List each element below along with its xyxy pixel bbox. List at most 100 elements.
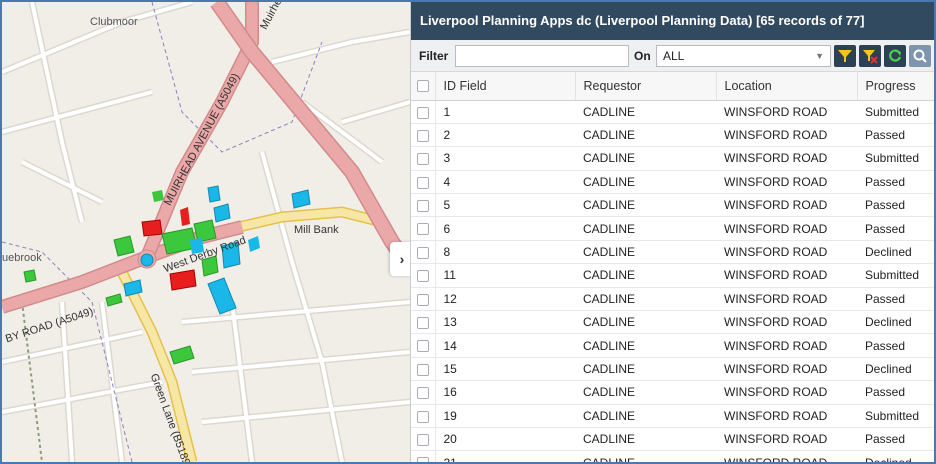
select-all-checkbox[interactable] <box>417 80 429 93</box>
cell-requestor: CADLINE <box>575 193 716 218</box>
table-row[interactable]: 5 CADLINE WINSFORD ROAD Passed <box>411 193 934 218</box>
apply-filter-button[interactable] <box>834 45 856 67</box>
table-row[interactable]: 1 CADLINE WINSFORD ROAD Submitted <box>411 100 934 124</box>
cell-location: WINSFORD ROAD <box>716 450 857 462</box>
row-select-cell[interactable] <box>411 216 436 241</box>
row-select-cell[interactable] <box>411 404 436 428</box>
cell-progress: Passed <box>857 193 934 218</box>
filter-input[interactable] <box>455 45 629 67</box>
cell-requestor: CADLINE <box>575 450 716 462</box>
row-select-cell[interactable] <box>411 450 436 462</box>
row-checkbox[interactable] <box>417 153 429 166</box>
on-select[interactable]: ALL ▼ <box>656 45 831 67</box>
on-label: On <box>634 49 651 63</box>
row-select-cell[interactable] <box>411 333 436 358</box>
row-select-cell[interactable] <box>411 427 436 452</box>
row-select-cell[interactable] <box>411 100 436 124</box>
row-checkbox[interactable] <box>417 200 429 213</box>
table-row[interactable]: 11 CADLINE WINSFORD ROAD Submitted <box>411 263 934 288</box>
filter-label: Filter <box>419 49 449 63</box>
map-label-clubmoor: Clubmoor <box>90 16 138 28</box>
cell-progress: Passed <box>857 287 934 312</box>
cell-id: 20 <box>435 427 575 452</box>
row-select-cell[interactable] <box>411 240 436 265</box>
cell-id: 4 <box>435 170 575 195</box>
table-header-row: ID Field Requestor Location Progress <box>411 72 934 101</box>
table-row[interactable]: 19 CADLINE WINSFORD ROAD Submitted <box>411 404 934 428</box>
row-select-cell[interactable] <box>411 287 436 312</box>
table-row[interactable]: 6 CADLINE WINSFORD ROAD Passed <box>411 216 934 241</box>
table-row[interactable]: 21 CADLINE WINSFORD ROAD Declined <box>411 450 934 462</box>
column-header-id[interactable]: ID Field <box>434 72 575 101</box>
clear-filter-button[interactable] <box>859 45 881 67</box>
row-select-cell[interactable] <box>411 146 436 171</box>
table-row[interactable]: 12 CADLINE WINSFORD ROAD Passed <box>411 287 934 312</box>
records-table: ID Field Requestor Location Progress 1 CA… <box>411 72 934 462</box>
table-row[interactable]: 4 CADLINE WINSFORD ROAD Passed <box>411 170 934 195</box>
row-checkbox[interactable] <box>417 387 429 400</box>
on-select-value: ALL <box>663 49 685 63</box>
cell-requestor: CADLINE <box>575 310 716 335</box>
select-all-cell[interactable] <box>411 72 435 101</box>
refresh-button[interactable] <box>884 45 906 67</box>
chevron-right-icon: › <box>399 251 405 267</box>
row-checkbox[interactable] <box>417 106 429 119</box>
column-header-progress[interactable]: Progress <box>856 72 934 101</box>
panel-title: Liverpool Planning Apps dc (Liverpool Pl… <box>411 2 934 40</box>
cell-progress: Passed <box>857 380 934 405</box>
cell-requestor: CADLINE <box>575 287 716 312</box>
map-view[interactable]: Clubmoor Muirhead MUIRHEAD AVENUE (A5049… <box>2 2 410 462</box>
row-checkbox[interactable] <box>417 457 429 462</box>
row-select-cell[interactable] <box>411 357 436 382</box>
row-checkbox[interactable] <box>417 129 429 142</box>
row-checkbox[interactable] <box>417 433 429 446</box>
cell-progress: Submitted <box>857 100 934 124</box>
cell-progress: Declined <box>857 450 934 462</box>
table-row[interactable]: 13 CADLINE WINSFORD ROAD Declined <box>411 310 934 335</box>
table-row[interactable]: 3 CADLINE WINSFORD ROAD Submitted <box>411 146 934 171</box>
column-header-requestor[interactable]: Requestor <box>574 72 716 101</box>
cell-id: 15 <box>435 357 575 382</box>
row-checkbox[interactable] <box>417 246 429 259</box>
row-checkbox[interactable] <box>417 176 429 189</box>
cell-id: 8 <box>435 240 575 265</box>
cell-location: WINSFORD ROAD <box>716 287 857 312</box>
cell-progress: Passed <box>857 170 934 195</box>
cell-id: 19 <box>435 404 575 428</box>
cell-progress: Passed <box>857 216 934 241</box>
table-row[interactable]: 2 CADLINE WINSFORD ROAD Passed <box>411 123 934 148</box>
filter-bar: Filter On ALL ▼ <box>411 40 934 72</box>
table-body: 1 CADLINE WINSFORD ROAD Submitted 2 CADLINE WI… <box>411 100 934 462</box>
table-row[interactable]: 15 CADLINE WINSFORD ROAD Declined <box>411 357 934 382</box>
table-row[interactable]: 8 CADLINE WINSFORD ROAD Declined <box>411 240 934 265</box>
table-row[interactable]: 16 CADLINE WINSFORD ROAD Passed <box>411 380 934 405</box>
search-button[interactable] <box>909 45 931 67</box>
row-checkbox[interactable] <box>417 340 429 353</box>
row-checkbox[interactable] <box>417 270 429 283</box>
refresh-icon <box>889 49 902 62</box>
cell-id: 1 <box>435 100 575 124</box>
map-canvas[interactable] <box>2 2 410 462</box>
row-checkbox[interactable] <box>417 293 429 306</box>
table-row[interactable]: 14 CADLINE WINSFORD ROAD Passed <box>411 333 934 358</box>
cell-id: 2 <box>435 123 575 148</box>
cell-location: WINSFORD ROAD <box>716 357 857 382</box>
cell-requestor: CADLINE <box>575 380 716 405</box>
row-select-cell[interactable] <box>411 380 436 405</box>
row-checkbox[interactable] <box>417 223 429 236</box>
cell-id: 13 <box>435 310 575 335</box>
row-checkbox[interactable] <box>417 363 429 376</box>
cell-location: WINSFORD ROAD <box>716 380 857 405</box>
row-checkbox[interactable] <box>417 410 429 423</box>
table-row[interactable]: 20 CADLINE WINSFORD ROAD Passed <box>411 427 934 452</box>
row-select-cell[interactable] <box>411 310 436 335</box>
row-select-cell[interactable] <box>411 170 436 195</box>
row-checkbox[interactable] <box>417 317 429 330</box>
cell-requestor: CADLINE <box>575 146 716 171</box>
cell-progress: Submitted <box>857 263 934 288</box>
row-select-cell[interactable] <box>411 123 436 148</box>
row-select-cell[interactable] <box>411 263 436 288</box>
column-header-location[interactable]: Location <box>715 72 857 101</box>
cell-requestor: CADLINE <box>575 427 716 452</box>
row-select-cell[interactable] <box>411 193 436 218</box>
